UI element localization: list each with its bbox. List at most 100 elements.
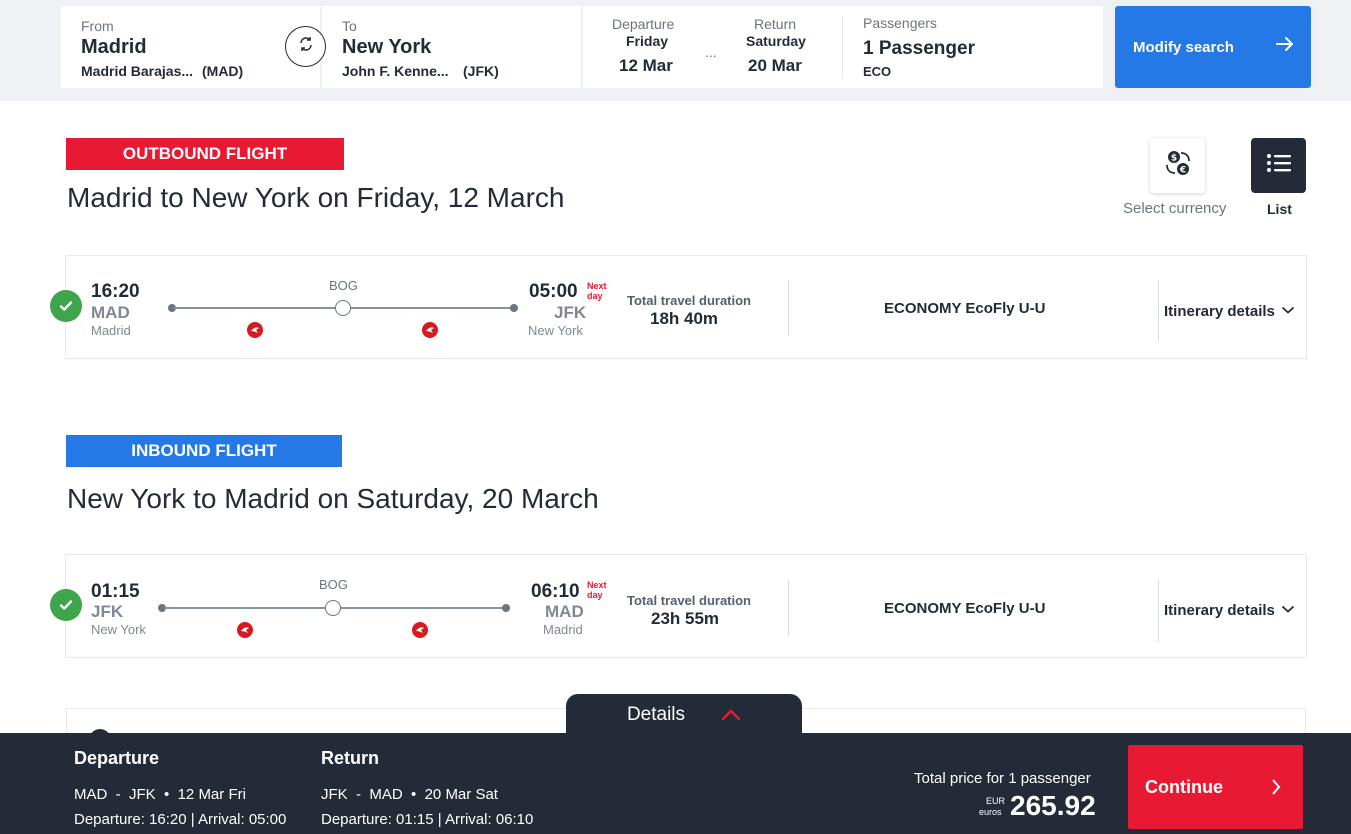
summary-departure-heading: Departure xyxy=(74,748,160,768)
origin-code: (MAD) xyxy=(202,63,244,79)
destination-code: (JFK) xyxy=(463,63,499,79)
arrival-city: Madrid xyxy=(543,622,583,637)
outbound-flight-tag: OUTBOUND FLIGHT xyxy=(66,138,344,170)
return-date: 20 Mar xyxy=(748,56,802,75)
selected-check-icon xyxy=(50,290,82,322)
inbound-heading: New York to Madrid on Saturday, 20 March xyxy=(67,483,599,514)
arrow-right-icon xyxy=(1275,34,1295,58)
arrival-time: 06:10 xyxy=(531,581,580,602)
outbound-flight-card[interactable]: 16:20 MAD Madrid BOG 05:00 Next day JFK … xyxy=(50,255,1307,359)
svg-text:$: $ xyxy=(1170,154,1176,164)
svg-text:€: € xyxy=(1178,166,1185,176)
divider xyxy=(788,280,789,336)
turkish-airlines-logo-icon xyxy=(422,322,438,338)
list-icon xyxy=(1266,152,1292,179)
cabin-class: ECO xyxy=(863,64,892,79)
itinerary-details-toggle[interactable]: Itinerary details xyxy=(1164,601,1295,619)
select-currency-label: Select currency xyxy=(1123,200,1227,217)
swap-icon xyxy=(297,35,315,58)
continue-label: Continue xyxy=(1145,776,1223,797)
fare-class: ECONOMY EcoFly U-U xyxy=(884,600,1046,617)
summary-departure-times: Departure: 16:20 | Arrival: 05:00 xyxy=(74,811,287,828)
stopover-code: BOG xyxy=(329,278,358,293)
return-day: Saturday xyxy=(746,33,806,49)
departure-city: Madrid xyxy=(91,323,131,338)
summary-return-route: JFK - MAD • 20 Mar Sat xyxy=(321,786,498,803)
chevron-down-icon xyxy=(1281,302,1295,320)
departure-time: 16:20 xyxy=(91,281,140,302)
divider xyxy=(842,16,843,78)
summary-return-heading: Return xyxy=(321,748,379,768)
arrival-airport-code: JFK xyxy=(554,303,587,322)
inbound-flight-tag: INBOUND FLIGHT xyxy=(66,435,342,467)
origin-airport: Madrid Barajas... xyxy=(81,63,194,79)
selected-check-icon xyxy=(50,589,82,621)
departure-airport-code: MAD xyxy=(91,303,130,322)
turkish-airlines-logo-icon xyxy=(237,622,253,638)
stopover-marker xyxy=(325,600,341,616)
modify-search-button[interactable]: Modify search xyxy=(1115,6,1311,88)
origin-city: Madrid xyxy=(81,36,147,58)
arrival-city: New York xyxy=(528,323,583,338)
currency-code: EUR xyxy=(986,796,1006,806)
return-label: Return xyxy=(754,16,797,32)
next-day-badge: Next day xyxy=(587,580,607,600)
passengers-label: Passengers xyxy=(863,15,937,31)
route-end-dot xyxy=(510,304,518,312)
search-summary-bar: From Madrid Madrid Barajas... (MAD) To N… xyxy=(0,0,1351,101)
modify-search-label: Modify search xyxy=(1133,38,1234,56)
fare-class: ECONOMY EcoFly U-U xyxy=(884,300,1046,317)
departure-time: 01:15 xyxy=(91,581,140,602)
next-day-badge: Next day xyxy=(587,281,607,301)
origin-field[interactable]: From Madrid Madrid Barajas... (MAD) xyxy=(61,6,320,88)
destination-airport: John F. Kenne... xyxy=(342,63,449,79)
origin-label: From xyxy=(81,18,114,34)
currency-word: euros xyxy=(979,807,1002,817)
itinerary-details-label: Itinerary details xyxy=(1164,601,1275,619)
list-view-label: List xyxy=(1267,201,1292,217)
departure-day: Friday xyxy=(626,33,669,49)
inbound-flight-card[interactable]: 01:15 JFK New York BOG 06:10 Next day MA… xyxy=(50,554,1307,658)
destination-city: New York xyxy=(342,36,432,58)
destination-label: To xyxy=(342,18,357,34)
passengers-value: 1 Passenger xyxy=(863,38,975,59)
swap-button[interactable] xyxy=(285,26,326,67)
stopover-marker xyxy=(335,300,351,316)
route-end-dot xyxy=(502,604,510,612)
chevron-down-icon xyxy=(1281,601,1295,619)
arrival-time: 05:00 xyxy=(529,281,578,302)
turkish-airlines-logo-icon xyxy=(412,622,428,638)
summary-return-times: Departure: 01:15 | Arrival: 06:10 xyxy=(321,811,534,828)
total-price: 265.92 xyxy=(1010,790,1096,821)
divider xyxy=(788,580,789,636)
total-duration: 18h 40m xyxy=(650,309,719,328)
duration-label: Total travel duration xyxy=(627,593,751,608)
departure-airport-code: JFK xyxy=(91,602,124,621)
divider xyxy=(1158,280,1159,342)
divider xyxy=(1158,580,1159,642)
currency-exchange-icon: $ € xyxy=(1164,148,1192,183)
details-label: Details xyxy=(626,704,686,725)
itinerary-details-toggle[interactable]: Itinerary details xyxy=(1164,302,1295,320)
dates-passengers-field[interactable]: Departure Friday 12 Mar ... Return Satur… xyxy=(583,6,1103,88)
arrival-airport-code: MAD xyxy=(545,602,584,621)
outbound-heading: Madrid to New York on Friday, 12 March xyxy=(67,182,565,213)
total-price-label: Total price for 1 passenger xyxy=(914,770,1091,787)
departure-city: New York xyxy=(91,622,146,637)
stopover-code: BOG xyxy=(319,577,348,592)
total-duration: 23h 55m xyxy=(651,609,720,628)
duration-label: Total travel duration xyxy=(627,293,751,308)
details-toggle-tab[interactable]: Details xyxy=(566,694,802,736)
turkish-airlines-logo-icon xyxy=(247,322,263,338)
list-view-button[interactable] xyxy=(1251,138,1306,193)
continue-button[interactable]: Continue xyxy=(1128,745,1303,829)
select-currency-button[interactable]: $ € xyxy=(1150,138,1205,193)
dates-separator: ... xyxy=(705,44,717,60)
departure-label: Departure xyxy=(612,16,675,32)
departure-date: 12 Mar xyxy=(619,56,673,75)
itinerary-details-label: Itinerary details xyxy=(1164,302,1275,320)
destination-field[interactable]: To New York John F. Kenne... (JFK) xyxy=(322,6,581,88)
chevron-up-icon xyxy=(721,709,741,721)
chevron-right-icon xyxy=(1271,778,1281,801)
summary-departure-route: MAD - JFK • 12 Mar Fri xyxy=(74,786,246,803)
